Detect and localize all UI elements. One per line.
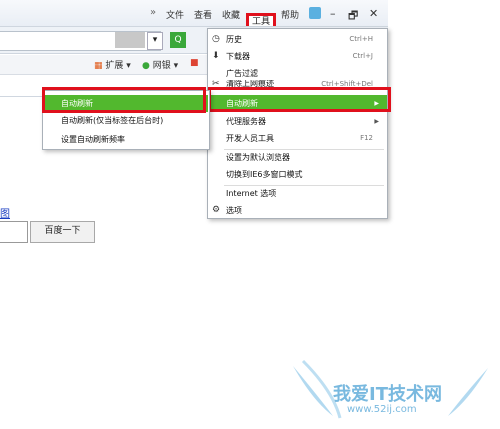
- search-input[interactable]: [0, 221, 28, 243]
- shield-icon: ●: [142, 61, 150, 71]
- menu-item-label: 选项: [226, 206, 242, 215]
- skin-icon[interactable]: [309, 7, 321, 19]
- menu-item-downloader[interactable]: ⬇ 下载器 Ctrl+J: [208, 48, 387, 65]
- menu-item-label: 设置为默认浏览器: [226, 153, 290, 162]
- submenu-item-background-only[interactable]: 自动刷新(仅当标签在后台时): [45, 112, 208, 129]
- minimize-button[interactable]: –: [330, 7, 336, 20]
- menu-item-dev-tools[interactable]: 开发人员工具 F12: [208, 130, 387, 147]
- image-link[interactable]: 图: [0, 205, 10, 220]
- netbank-button[interactable]: ● 网银 ▾: [142, 58, 178, 71]
- gear-icon: ⚙: [212, 205, 221, 215]
- submenu-item-label: 自动刷新(仅当标签在后台时): [61, 116, 164, 125]
- menu-item-proxy[interactable]: 代理服务器 ▶: [208, 113, 387, 130]
- submenu-item-set-frequency[interactable]: 设置自动刷新频率: [45, 131, 208, 148]
- red-app-icon[interactable]: ■: [190, 58, 199, 68]
- tools-menu: ◷ 历史 Ctrl+H ⬇ 下载器 Ctrl+J 广告过滤 ✂ 清除上网痕迹 C…: [207, 28, 388, 219]
- submenu-item-label: 设置自动刷新频率: [61, 135, 125, 144]
- download-icon: ⬇: [212, 51, 220, 61]
- menu-item-label: 历史: [226, 35, 242, 44]
- address-icon: [115, 32, 145, 48]
- search-engine-icon[interactable]: Q: [170, 32, 186, 48]
- address-dropdown-icon[interactable]: ▾: [147, 32, 163, 50]
- menu-item-label: 切换到IE6多窗口模式: [226, 170, 303, 179]
- extensions-label: 扩展: [105, 61, 124, 71]
- shortcut-label: F12: [360, 134, 373, 142]
- menu-item-history[interactable]: ◷ 历史 Ctrl+H: [208, 31, 387, 48]
- extensions-button[interactable]: ▦ 扩展 ▾: [94, 58, 131, 71]
- menu-item-label: 开发人员工具: [226, 134, 274, 143]
- clock-icon: ◷: [212, 34, 220, 44]
- menu-item-ie6-mode[interactable]: 切换到IE6多窗口模式: [208, 166, 387, 183]
- submenu-arrow-icon: ▶: [374, 118, 379, 125]
- menu-view[interactable]: 查看: [194, 8, 212, 21]
- watermark-url: www.52ij.com: [347, 404, 417, 415]
- menu-help[interactable]: 帮助: [281, 8, 299, 21]
- grid-icon: ▦: [94, 61, 103, 71]
- shortcut-label: Ctrl+H: [349, 35, 373, 43]
- menu-item-internet-options[interactable]: Internet 选项: [208, 185, 387, 202]
- more-chevron[interactable]: »: [150, 7, 156, 18]
- watermark-text: 我爱IT技术网: [333, 384, 442, 405]
- menu-favorites[interactable]: 收藏: [222, 8, 240, 21]
- shortcut-label: Ctrl+J: [352, 52, 373, 60]
- highlight-box: [208, 87, 391, 112]
- menu-item-options[interactable]: ⚙ 选项: [208, 202, 387, 219]
- chevron-down-icon: ▾: [173, 61, 179, 71]
- menu-file[interactable]: 文件: [166, 8, 184, 21]
- netbank-label: 网银: [152, 61, 171, 71]
- menu-item-label: 下载器: [226, 52, 250, 61]
- search-button[interactable]: 百度一下: [30, 221, 95, 243]
- chevron-down-icon: ▾: [126, 61, 131, 71]
- restore-button[interactable]: 🗗: [348, 7, 358, 26]
- menu-bar: » 文件 查看 收藏 帮助 – 🗗 ✕: [0, 0, 388, 26]
- close-button[interactable]: ✕: [369, 7, 378, 20]
- menu-item-label: 代理服务器: [226, 117, 266, 126]
- highlight-box: [42, 87, 206, 113]
- menu-item-label: Internet 选项: [226, 189, 277, 198]
- menu-item-default-browser[interactable]: 设置为默认浏览器: [208, 149, 387, 166]
